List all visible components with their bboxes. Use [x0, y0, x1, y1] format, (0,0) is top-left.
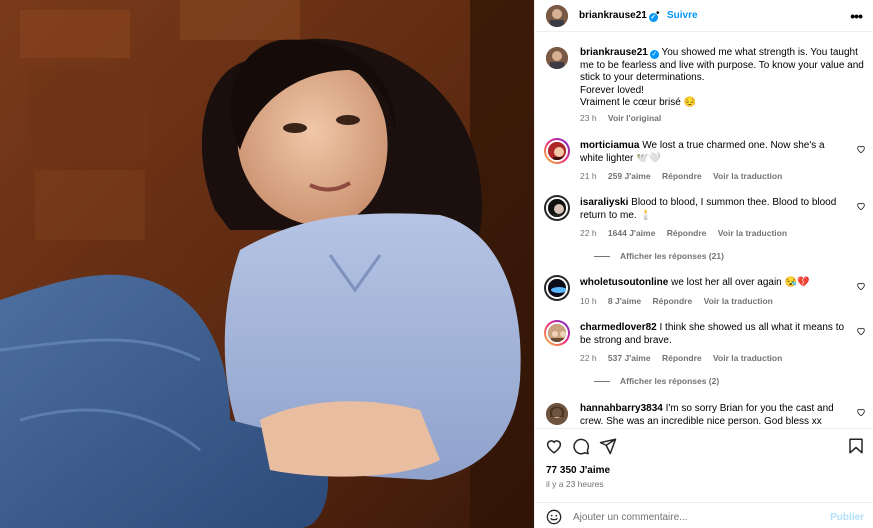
commenter-avatar[interactable]: [546, 197, 568, 219]
commenter-username[interactable]: charmedlover82: [580, 322, 657, 333]
comment-text: hannahbarry3834 I'm so sorry Brian for y…: [580, 403, 850, 428]
comment-input[interactable]: [573, 508, 813, 526]
commenter-username[interactable]: isaraliyski: [580, 197, 628, 208]
comment-likes[interactable]: 1644 J'aime: [608, 228, 655, 238]
comment-text: charmedlover82 I think she showed us all…: [580, 322, 850, 347]
comment-content: we lost her all over again 😪💔: [671, 277, 810, 288]
replies-divider: [594, 381, 610, 383]
like-comment-icon[interactable]: [856, 144, 866, 154]
comment-meta: 10 h 8 J'aime Répondre Voir la traductio…: [580, 296, 782, 306]
view-replies-label: Afficher les réponses (21): [620, 251, 724, 261]
commenter-avatar[interactable]: [546, 403, 568, 425]
caption-author-avatar[interactable]: [546, 47, 568, 69]
translate-button[interactable]: Voir la traduction: [713, 171, 782, 181]
commenter-username[interactable]: wholetusoutonline: [580, 277, 668, 288]
comment-time: 22 h: [580, 353, 597, 363]
reply-button[interactable]: Répondre: [653, 296, 693, 306]
caption-line-3: Vraiment le cœur brisé 😔: [580, 97, 696, 108]
commenter-avatar[interactable]: [546, 322, 568, 344]
view-replies-button[interactable]: Afficher les réponses (21): [594, 251, 724, 261]
comment-item: hannahbarry3834 I'm so sorry Brian for y…: [546, 403, 866, 428]
replies-divider: [594, 256, 610, 258]
smiley-icon[interactable]: [546, 509, 562, 525]
like-comment-icon[interactable]: [856, 201, 866, 211]
reply-button[interactable]: Répondre: [662, 171, 702, 181]
bookmark-icon[interactable]: [847, 437, 865, 455]
commenter-avatar[interactable]: [546, 277, 568, 299]
follow-button[interactable]: Suivre: [667, 10, 698, 21]
post-photo-image: [0, 0, 534, 528]
caption-line-2: Forever loved!: [580, 84, 644, 96]
like-comment-icon[interactable]: [856, 281, 866, 291]
caption-time: 23 h: [580, 113, 597, 123]
post-likes-count[interactable]: 77 350 J'aime: [546, 465, 610, 476]
translate-button[interactable]: Voir la traduction: [718, 228, 787, 238]
author-username[interactable]: briankrause21 ✓: [579, 10, 658, 22]
comment-composer: Publier: [535, 502, 873, 528]
author-avatar[interactable]: [546, 5, 568, 27]
comment-meta: 22 h 1644 J'aime Répondre Voir la traduc…: [580, 228, 796, 238]
commenter-username[interactable]: hannahbarry3834: [580, 403, 663, 414]
comment-text: morticiamua We lost a true charmed one. …: [580, 140, 850, 165]
reply-button[interactable]: Répondre: [662, 353, 702, 363]
see-original-link[interactable]: Voir l'original: [608, 113, 661, 123]
translate-button[interactable]: Voir la traduction: [713, 353, 782, 363]
caption-text: briankrause21 ✓ You showed me what streng…: [580, 47, 866, 110]
like-comment-icon[interactable]: [856, 407, 866, 417]
post-actions-bar: [535, 428, 873, 464]
commenter-avatar[interactable]: [546, 140, 568, 162]
caption-username[interactable]: briankrause21: [580, 47, 648, 58]
view-replies-button[interactable]: Afficher les réponses (2): [594, 376, 719, 386]
post-photo[interactable]: [0, 0, 534, 528]
comment-meta: 22 h 537 J'aime Répondre Voir la traduct…: [580, 353, 791, 363]
comment-time: 10 h: [580, 296, 597, 306]
like-comment-icon[interactable]: [856, 326, 866, 336]
commenter-username[interactable]: morticiamua: [580, 140, 639, 151]
caption-meta: 23 h Voir l'original: [580, 113, 670, 123]
comment-time: 22 h: [580, 228, 597, 238]
comment-likes[interactable]: 8 J'aime: [608, 296, 641, 306]
header-separator: •: [656, 8, 660, 19]
publish-button[interactable]: Publier: [830, 512, 864, 523]
heart-outline-icon[interactable]: [545, 437, 563, 455]
reply-button[interactable]: Répondre: [667, 228, 707, 238]
paper-plane-icon[interactable]: [599, 437, 617, 455]
comment-likes[interactable]: 537 J'aime: [608, 353, 651, 363]
post-side-panel: briankrause21 ✓ • Suivre ••• briankrause2…: [534, 0, 873, 528]
post-header: briankrause21 ✓ • Suivre •••: [535, 0, 873, 32]
more-options-icon[interactable]: •••: [850, 8, 863, 24]
comment-time: 21 h: [580, 171, 597, 181]
translate-button[interactable]: Voir la traduction: [704, 296, 773, 306]
speech-bubble-icon[interactable]: [572, 437, 590, 455]
comment-text: isaraliyski Blood to blood, I summon the…: [580, 197, 850, 222]
post-time-ago: il y a 23 heures: [546, 479, 604, 489]
comment-text: wholetusoutonline we lost her all over a…: [580, 277, 850, 290]
comment-likes[interactable]: 259 J'aime: [608, 171, 651, 181]
comment-meta: 21 h 259 J'aime Répondre Voir la traduct…: [580, 171, 791, 181]
view-replies-label: Afficher les réponses (2): [620, 376, 720, 386]
verified-badge-icon: ✓: [649, 50, 659, 59]
